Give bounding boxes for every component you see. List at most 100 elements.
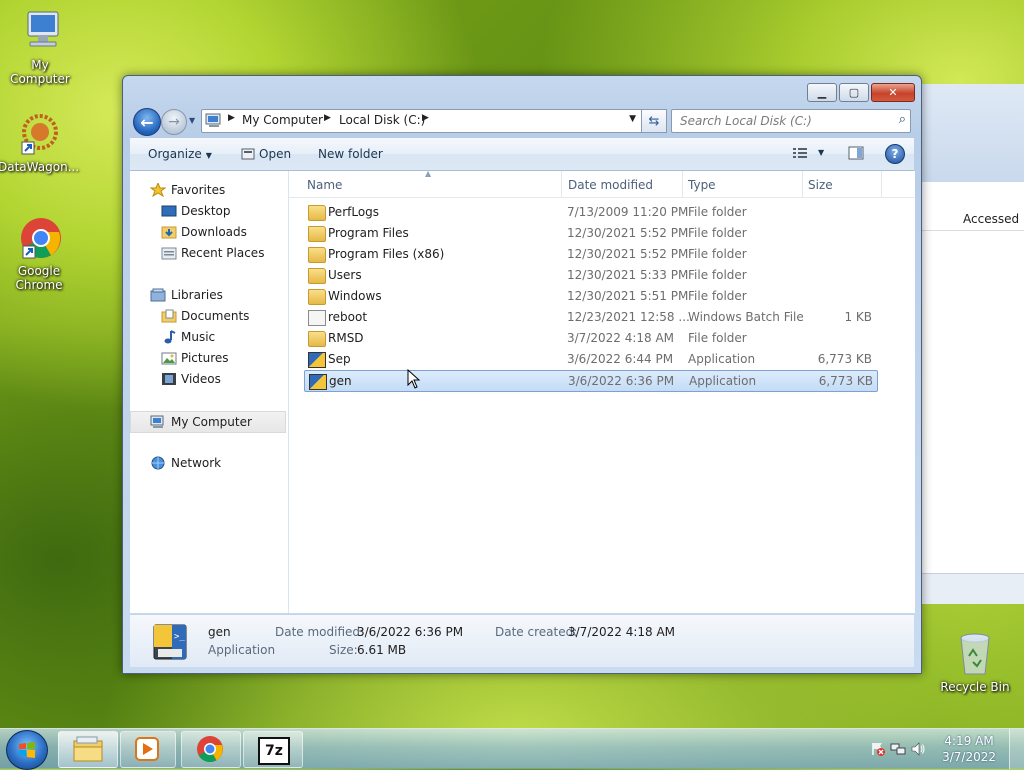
file-row[interactable]: reboot 12/23/2021 12:58 ... Windows Batch … (304, 307, 876, 327)
file-row[interactable]: RMSD 3/7/2022 4:18 AM File folder (304, 328, 876, 348)
7zip-icon: 7z (258, 737, 290, 765)
pictures-icon (161, 351, 177, 365)
file-row[interactable]: Windows 12/30/2021 5:51 PM File folder (304, 286, 876, 306)
nav-pictures[interactable]: Pictures (130, 348, 286, 368)
taskbar-explorer-button[interactable] (58, 731, 118, 768)
nav-videos[interactable]: Videos (130, 369, 286, 389)
clock[interactable]: 4:19 AM 3/7/2022 (942, 733, 996, 765)
view-options-dropdown-icon[interactable]: ▼ (818, 148, 824, 157)
desktop-icon-google-chrome[interactable]: Google Chrome (0, 214, 79, 292)
volume-icon[interactable] (910, 741, 926, 757)
nav-downloads[interactable]: Downloads (130, 222, 286, 242)
taskbar-media-player-button[interactable] (120, 731, 176, 768)
network-status-icon[interactable] (890, 741, 906, 757)
start-button[interactable] (6, 730, 48, 770)
address-dropdown-icon[interactable]: ▼ (629, 114, 636, 124)
nav-recent-places[interactable]: Recent Places (130, 243, 286, 263)
maximize-button[interactable]: ▢ (839, 83, 869, 102)
file-type: File folder (688, 289, 747, 303)
file-row[interactable]: Program Files 12/30/2021 5:52 PM File fold… (304, 223, 876, 243)
windows-logo-icon (19, 742, 35, 758)
folder-icon (308, 289, 326, 305)
file-type: File folder (688, 226, 747, 240)
nav-libraries[interactable]: Libraries (130, 285, 286, 305)
help-button[interactable]: ? (885, 144, 905, 164)
file-name: Users (328, 268, 362, 282)
address-bar[interactable]: ▶ My Computer ▶ Local Disk (C:) ▶ ▼ (201, 109, 667, 133)
forward-button[interactable]: → (161, 109, 187, 135)
file-type: File folder (688, 205, 747, 219)
nav-music[interactable]: Music (130, 327, 286, 347)
column-name[interactable]: Name (307, 178, 342, 192)
file-name: PerfLogs (328, 205, 380, 219)
folder-icon (308, 205, 326, 221)
file-name: gen (329, 374, 352, 388)
breadcrumb-separator-icon[interactable]: ▶ (324, 113, 331, 123)
change-view-button[interactable] (792, 147, 808, 162)
file-type: File folder (688, 268, 747, 282)
mouse-cursor-icon (407, 369, 421, 389)
desktop-icon-my-computer[interactable]: My Computer (0, 8, 80, 86)
desktop-icon-label: My Computer (10, 58, 70, 86)
recent-pages-dropdown[interactable]: ▼ (189, 116, 195, 125)
application-icon: >_ (153, 624, 187, 660)
nav-my-computer[interactable]: My Computer (130, 411, 286, 433)
search-input[interactable] (678, 112, 882, 130)
column-size[interactable]: Size (808, 178, 833, 192)
network-icon (150, 456, 166, 470)
accessed-column-header[interactable]: Accessed (963, 212, 1019, 226)
desktop-icon-label: Google Chrome (15, 264, 63, 292)
back-button[interactable]: ← (133, 108, 161, 136)
close-button[interactable]: ✕ (871, 83, 915, 102)
refresh-button[interactable]: ⇆ (641, 109, 667, 133)
organize-button[interactable]: Organize ▼ (148, 147, 212, 161)
search-icon[interactable]: ⌕ (899, 112, 906, 127)
desktop-icon-recycle-bin[interactable]: Recycle Bin (935, 630, 1015, 694)
recent-places-icon (161, 246, 177, 260)
nav-desktop[interactable]: Desktop (130, 201, 286, 221)
details-modified-label: Date modified: (275, 625, 365, 639)
desktop-icon (161, 204, 177, 218)
file-row[interactable]: PerfLogs 7/13/2009 11:20 PM File folder (304, 202, 876, 222)
breadcrumb-separator-icon[interactable]: ▶ (422, 113, 429, 123)
column-type[interactable]: Type (688, 178, 716, 192)
column-date-modified[interactable]: Date modified (568, 178, 653, 192)
show-desktop-button[interactable] (1009, 729, 1024, 769)
close-icon: ✕ (888, 86, 898, 99)
file-row[interactable]: Users 12/30/2021 5:33 PM File folder (304, 265, 876, 285)
preview-pane-button[interactable] (848, 146, 864, 163)
nav-favorites[interactable]: Favorites (130, 180, 286, 200)
navigation-bar: ← → ▼ ▶ My Computer ▶ Local Disk (C:) ▶ … (131, 106, 915, 136)
minimize-button[interactable]: ▁ (807, 83, 837, 102)
nav-network[interactable]: Network (130, 453, 286, 473)
file-type: Application (689, 374, 757, 388)
new-folder-button[interactable]: New folder (318, 147, 383, 161)
file-row[interactable]: gen 3/6/2022 6:36 PM Application 6,773 KB (304, 370, 878, 392)
action-center-flag-icon[interactable] (870, 741, 886, 757)
breadcrumb-my-computer[interactable]: My Computer (242, 113, 323, 127)
folder-icon (308, 247, 326, 263)
explorer-folder-icon (73, 736, 103, 762)
taskbar: 7z 4:19 AM 3/7/2022 (0, 728, 1024, 770)
breadcrumb-separator-icon[interactable]: ▶ (228, 113, 235, 123)
file-row[interactable]: Program Files (x86) 12/30/2021 5:52 PM Fil… (304, 244, 876, 264)
file-row[interactable]: Sep 3/6/2022 6:44 PM Application 6,773 KB (304, 349, 876, 369)
file-name: reboot (328, 310, 368, 324)
nav-documents[interactable]: Documents (130, 306, 286, 326)
explorer-window[interactable]: ▁ ▢ ✕ ← → ▼ ▶ My Computer ▶ Local Disk (… (122, 75, 922, 674)
taskbar-chrome-button[interactable] (181, 731, 241, 768)
desktop-icon-datawagon[interactable]: DataWagon... (0, 110, 79, 174)
open-button[interactable]: Open (241, 147, 291, 161)
window-controls: ▁ ▢ ✕ (805, 83, 915, 102)
navigation-pane: Favorites Desktop Downloads Recent Place… (130, 171, 289, 613)
file-name: Program Files (328, 226, 409, 240)
file-type: Windows Batch File (688, 310, 804, 324)
computer-icon (205, 113, 221, 127)
downloads-folder-icon (161, 225, 177, 239)
search-box[interactable]: ⌕ (671, 109, 911, 133)
chrome-icon (15, 214, 63, 262)
breadcrumb-local-disk[interactable]: Local Disk (C:) (339, 113, 425, 127)
maximize-icon: ▢ (848, 86, 860, 99)
taskbar-7zip-button[interactable]: 7z (243, 731, 303, 768)
file-size: 1 KB (844, 310, 872, 324)
